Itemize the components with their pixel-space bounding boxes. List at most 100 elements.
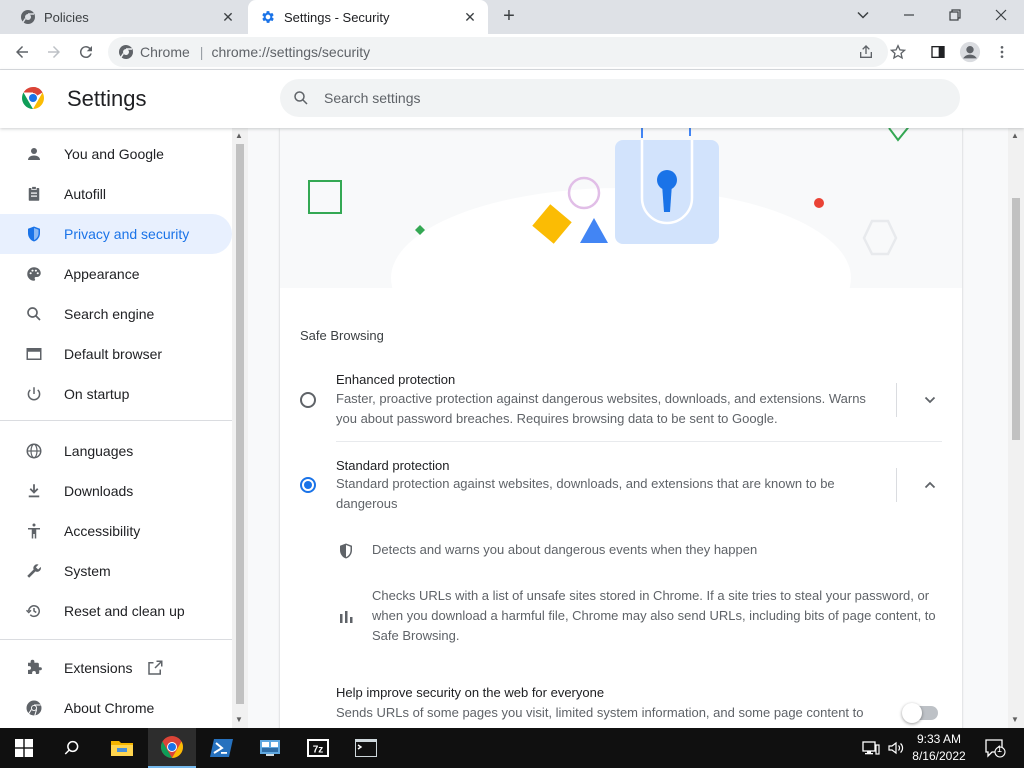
globe-icon (22, 439, 46, 463)
terminal-taskbar-icon[interactable] (342, 728, 390, 768)
volume-tray-icon[interactable] (884, 728, 908, 768)
standard-protection-radio[interactable] (300, 477, 316, 493)
sidebar-item-accessibility[interactable]: Accessibility (0, 511, 232, 551)
puzzle-icon (22, 656, 46, 680)
sidebar-item-extensions[interactable]: Extensions (0, 648, 232, 688)
scroll-up-arrow-icon[interactable]: ▲ (235, 131, 243, 140)
main-scrollbar[interactable]: ▲ ▼ (1008, 128, 1024, 728)
collapse-standard-button[interactable] (920, 475, 940, 495)
scroll-down-arrow-icon[interactable]: ▼ (1011, 715, 1019, 724)
chrome-taskbar-icon[interactable] (148, 728, 196, 768)
tab-search-button[interactable] (840, 0, 886, 30)
sidebar-item-privacy-and-security[interactable]: Privacy and security (0, 214, 232, 254)
option-divider (896, 383, 897, 417)
sidebar-divider (0, 639, 232, 640)
sidebar-item-search-engine[interactable]: Search engine (0, 294, 232, 334)
network-icon (862, 741, 880, 755)
option-divider (896, 468, 897, 502)
forward-button[interactable] (42, 40, 66, 64)
standard-protection-option[interactable]: Standard protection Standard protection … (280, 454, 962, 518)
clipboard-icon (22, 182, 46, 206)
notification-center-button[interactable]: 1 (980, 728, 1010, 768)
chrome-icon (22, 696, 46, 720)
close-icon[interactable]: ✕ (460, 7, 480, 27)
help-improve-toggle[interactable] (902, 703, 938, 723)
address-bar[interactable]: Chrome | chrome://settings/security (108, 37, 888, 67)
expand-enhanced-button[interactable] (920, 390, 940, 410)
7zip-taskbar-icon[interactable]: 7z (294, 728, 342, 768)
power-icon (22, 382, 46, 406)
minimize-button[interactable] (886, 0, 932, 30)
scrollbar-thumb[interactable] (1012, 198, 1020, 440)
settings-header: Settings (0, 70, 1024, 128)
sidebar-item-autofill[interactable]: Autofill (0, 174, 232, 214)
toggle-knob (902, 703, 922, 723)
more-vert-icon (1000, 46, 1004, 58)
network-app-taskbar-icon[interactable] (246, 728, 294, 768)
sidebar-item-about-chrome[interactable]: About Chrome (0, 688, 232, 728)
enhanced-protection-option[interactable]: Enhanced protection Faster, proactive pr… (280, 368, 962, 448)
new-tab-button[interactable]: + (498, 6, 520, 28)
sidebar-item-default-browser[interactable]: Default browser (0, 334, 232, 374)
option-row-separator (336, 441, 942, 442)
network-tray-icon[interactable] (858, 728, 884, 768)
sidebar-scrollbar[interactable]: ▲ ▼ (232, 128, 248, 728)
settings-main: Safe Browsing Enhanced protection Faster… (248, 128, 1008, 728)
svg-text:7z: 7z (313, 745, 324, 756)
sidebar-item-label: You and Google (64, 146, 164, 162)
sidebar-item-reset-and-clean-up[interactable]: Reset and clean up (0, 591, 232, 631)
start-button[interactable] (0, 728, 48, 768)
sidebar-item-label: Search engine (64, 306, 155, 322)
sidebar-item-languages[interactable]: Languages (0, 431, 232, 471)
close-icon[interactable]: ✕ (218, 7, 238, 27)
sidebar-item-label: Privacy and security (64, 226, 190, 242)
windows-taskbar: 7z 9:33 AM 8/16/2022 1 (0, 728, 1024, 768)
menu-button[interactable] (990, 40, 1014, 64)
tab-settings-security[interactable]: Settings - Security ✕ (248, 0, 488, 34)
sidebar-item-you-and-google[interactable]: You and Google (0, 134, 232, 174)
folder-icon (111, 741, 133, 756)
scrollbar-thumb[interactable] (236, 144, 244, 704)
gear-icon (260, 9, 276, 25)
profile-button[interactable] (958, 40, 982, 64)
page-title: Settings (67, 86, 147, 111)
side-panel-icon (931, 46, 945, 58)
sidebar-item-label: Extensions (64, 660, 133, 676)
powershell-taskbar-icon[interactable] (198, 728, 246, 768)
enhanced-protection-radio[interactable] (300, 392, 316, 408)
chrome-site-icon (118, 44, 134, 60)
omnibox-separator: | (199, 44, 204, 60)
taskbar-search-button[interactable] (48, 728, 96, 768)
back-button[interactable] (10, 40, 34, 64)
sidebar-item-downloads[interactable]: Downloads (0, 471, 232, 511)
sidebar-item-label: Appearance (64, 266, 140, 282)
volume-icon (888, 741, 904, 755)
sidebar-item-appearance[interactable]: Appearance (0, 254, 232, 294)
window-close-button[interactable] (978, 0, 1024, 30)
side-panel-button[interactable] (926, 40, 950, 64)
enhanced-protection-label: Enhanced protection (336, 372, 456, 387)
url-text[interactable]: chrome://settings/security (211, 44, 370, 60)
sidebar-item-label: About Chrome (64, 700, 155, 716)
scroll-up-arrow-icon[interactable]: ▲ (1011, 131, 1019, 140)
detail-checks-urls: Checks URLs with a list of unsafe sites … (372, 588, 936, 643)
tab-policies[interactable]: Policies ✕ (8, 0, 246, 34)
search-icon (64, 740, 79, 755)
search-input[interactable] (324, 90, 924, 106)
share-button[interactable] (854, 40, 878, 64)
sidebar-item-label: Downloads (64, 483, 134, 499)
file-explorer-taskbar-icon[interactable] (98, 728, 146, 768)
restore-button[interactable] (932, 0, 978, 30)
sidebar-item-on-startup[interactable]: On startup (0, 374, 232, 414)
download-icon (22, 479, 46, 503)
reload-button[interactable] (74, 40, 98, 64)
taskbar-clock[interactable]: 9:33 AM 8/16/2022 (906, 731, 972, 765)
scroll-down-arrow-icon[interactable]: ▼ (235, 715, 243, 724)
bookmark-button[interactable] (886, 40, 910, 64)
section-title-safe-browsing: Safe Browsing (300, 328, 384, 343)
help-improve-description: Sends URLs of some pages you visit, limi… (336, 705, 864, 720)
sidebar-divider (0, 420, 232, 421)
sidebar-item-system[interactable]: System (0, 551, 232, 591)
search-settings-box[interactable] (280, 79, 960, 117)
chevron-up-icon (924, 481, 936, 489)
